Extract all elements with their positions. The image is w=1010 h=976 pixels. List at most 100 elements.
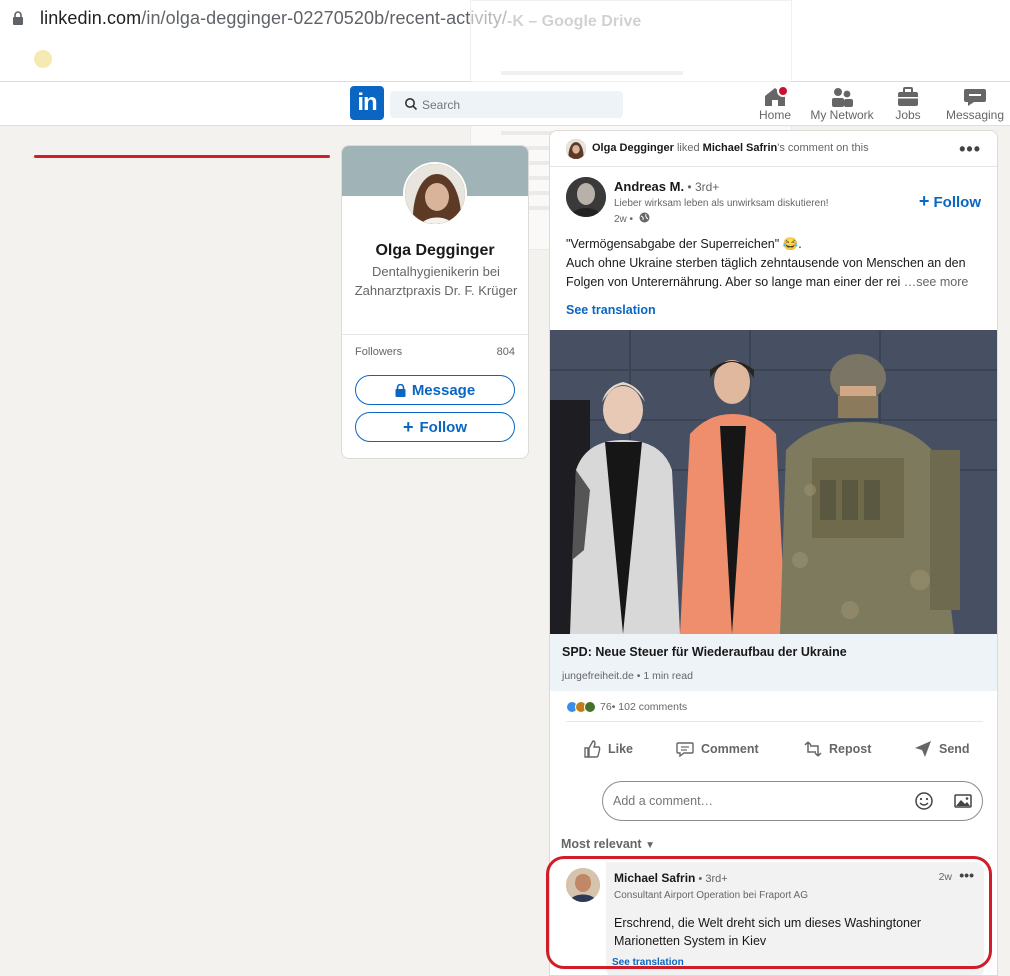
sort-label: Most relevant [561,837,642,851]
article-image[interactable] [550,330,997,634]
follow-author-button[interactable]: + Follow [919,191,981,212]
feed-post-card: Olga Degginger liked Michael Safrin's co… [549,130,998,976]
reactions-summary[interactable]: 76 • 102 comments [566,699,687,715]
comment-author-avatar-image [566,868,600,902]
comment-text: Erschrend, die Welt dreht sich um dieses… [614,916,922,948]
activity-text: Olga Degginger liked Michael Safrin's co… [592,142,869,154]
search-box[interactable] [390,91,623,118]
post-author-headline: Lieber wirksam leben als unwirksam disku… [614,198,829,209]
globe-icon [639,212,650,223]
people-icon [832,88,853,107]
url-domain: linkedin.com [40,8,142,28]
article-photo [550,330,997,634]
nav-messaging[interactable]: Messaging [946,86,1004,124]
support-reaction-icon [584,701,596,713]
url-text[interactable]: linkedin.com/in/olga-degginger-02270520b… [40,8,507,29]
lock-icon [13,11,23,25]
comment-author-degree: • 3rd+ [695,873,728,885]
nav-messaging-label: Messaging [946,108,1005,122]
follow-profile-button[interactable]: + Follow [355,412,515,442]
bookmark-favicon[interactable] [34,50,52,68]
add-comment-row [566,781,986,821]
comment-see-translation-link[interactable]: See translation [612,957,684,968]
url-path: /in/olga-degginger-02270520b/recent-acti… [141,8,507,28]
activity-avatar-image [566,139,586,159]
profile-avatar-image [405,164,465,224]
post-author-avatar-image [566,177,606,217]
comments-count[interactable]: • 102 comments [612,701,687,713]
post-text-line1: "Vermögensabgabe der Superreichen" 😂. [566,237,802,251]
nav-jobs-label: Jobs [895,108,921,122]
comment-bubble: Michael Safrin • 3rd+ Consultant Airport… [606,862,984,975]
article-meta[interactable]: SPD: Neue Steuer für Wiederaufbau der Uk… [550,634,997,691]
plus-icon: + [918,191,930,211]
comment-item: Michael Safrin • 3rd+ Consultant Airport… [566,862,984,975]
message-button-label: Message [411,381,476,399]
comment-more-icon[interactable]: ••• [959,867,974,883]
followers-count: 804 [496,346,515,358]
comment-time: 2w [938,871,952,883]
repost-label: Repost [829,742,872,756]
more-options-icon[interactable]: ••• [959,139,981,160]
image-icon[interactable] [953,791,973,811]
profile-card: Olga Degginger Dentalhygienikerin bei Za… [341,145,529,459]
post-author-avatar[interactable] [566,177,606,217]
comment-icon [676,742,694,758]
red-highlight-underline [34,155,330,158]
repost-icon [804,741,822,757]
post-author-name[interactable]: Andreas M. • 3rd+ [614,179,719,194]
emoji-icon[interactable] [914,791,934,811]
article-source: jungefreiheit.de • 1 min read [562,670,693,682]
repost-button[interactable]: Repost [803,739,871,759]
nav-home[interactable]: Home [755,85,795,124]
activity-avatar[interactable] [566,139,586,159]
comment-author-name-text: Michael Safrin [614,871,696,885]
profile-avatar[interactable] [403,162,467,226]
like-label: Like [608,742,634,756]
activity-verb: liked [673,142,703,154]
caret-down-icon: ▼ [645,840,655,851]
notification-badge [777,85,789,97]
followers-label: Followers [355,346,403,358]
nav-home-label: Home [758,108,791,122]
comment-label: Comment [701,742,759,756]
divider [566,721,983,722]
browser-url-bar[interactable]: linkedin.com/in/olga-degginger-02270520b… [0,0,1010,38]
briefcase-icon [898,87,918,106]
post-time-text: 2w • [614,214,634,225]
search-icon [405,98,418,111]
profile-headline: Dentalhygienikerin bei Zahnarztpraxis Dr… [354,264,518,298]
nav-jobs[interactable]: Jobs [890,86,926,124]
comment-button[interactable]: Comment [675,739,759,759]
activity-header: Olga Degginger liked Michael Safrin's co… [550,131,997,167]
nav-my-network-label: My Network [810,108,874,122]
profile-name[interactable]: Olga Degginger [342,242,528,260]
chat-icon [964,89,986,106]
send-label: Send [939,742,970,756]
activity-actor-link[interactable]: Olga Degginger [592,142,674,154]
like-button[interactable]: Like [582,739,633,759]
sort-comments-dropdown[interactable]: Most relevant ▼ [561,837,655,851]
activity-target-link[interactable]: Michael Safrin [703,142,778,154]
send-button[interactable]: Send [913,739,970,759]
reactions-count: 76 [600,701,612,713]
send-icon [915,741,931,757]
follow-profile-button-label: Follow [419,418,468,436]
thumbs-up-icon [584,740,601,758]
see-translation-link[interactable]: See translation [566,303,656,317]
post-author-name-text: Andreas M. [614,179,685,194]
post-author-degree: • 3rd+ [684,180,720,194]
search-input[interactable] [422,91,612,118]
message-button[interactable]: Message [355,375,515,405]
article-title[interactable]: SPD: Neue Steuer für Wiederaufbau der Uk… [562,645,847,659]
linkedin-logo-icon[interactable]: in [350,86,384,120]
comment-author-name[interactable]: Michael Safrin • 3rd+ [614,871,728,885]
see-more-link[interactable]: …see more [900,275,969,289]
comment-author-avatar[interactable] [566,868,600,902]
bookmark-bar [0,38,1010,82]
lock-icon [395,383,406,397]
post-action-bar: Like Comment Repost Send [550,733,997,769]
plus-icon: + [402,417,414,437]
nav-my-network[interactable]: My Network [810,86,874,124]
comment-author-headline: Consultant Airport Operation bei Fraport… [614,890,808,901]
